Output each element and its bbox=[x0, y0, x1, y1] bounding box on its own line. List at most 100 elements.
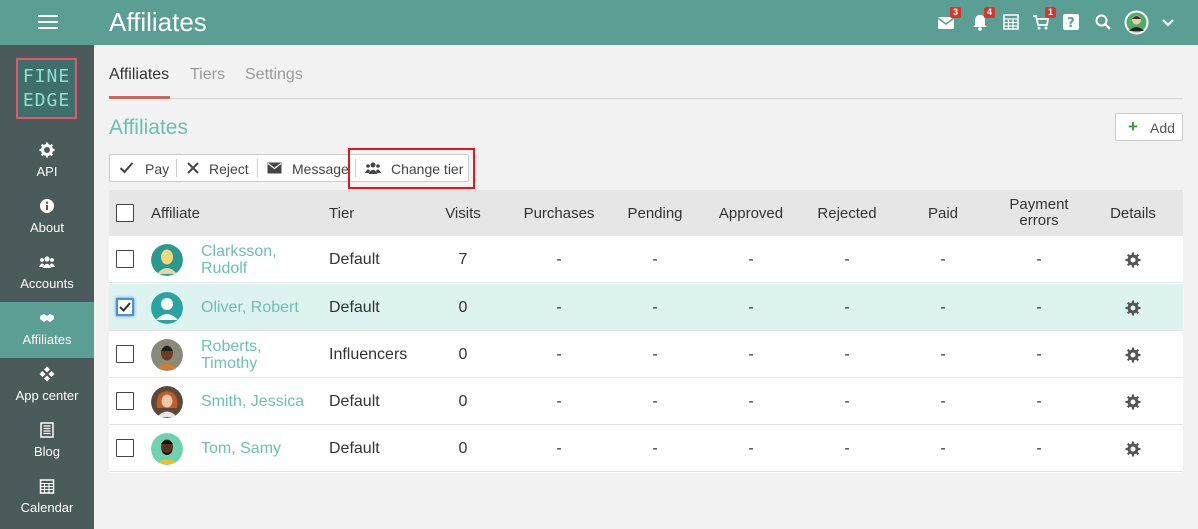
search-icon[interactable] bbox=[1094, 13, 1112, 31]
table-row[interactable]: Tom, Samy Default 0 - - - - - - bbox=[109, 425, 1183, 472]
row-checkbox[interactable] bbox=[116, 298, 134, 316]
tab-settings[interactable]: Settings bbox=[245, 66, 303, 84]
reject-button[interactable]: Reject bbox=[177, 155, 257, 181]
sidebar-item-calendar[interactable]: Calendar bbox=[0, 470, 94, 526]
col-pending[interactable]: Pending bbox=[615, 205, 695, 222]
handshake-icon bbox=[40, 314, 54, 322]
sidebar-item-app-center[interactable]: App center bbox=[0, 358, 94, 414]
logo[interactable]: FINE EDGE bbox=[16, 58, 77, 119]
select-all-checkbox[interactable] bbox=[116, 204, 134, 222]
plus-icon: + bbox=[1128, 117, 1138, 136]
affiliate-name[interactable]: Smith, Jessica bbox=[201, 393, 304, 410]
paid-cell: - bbox=[940, 299, 946, 316]
row-checkbox[interactable] bbox=[116, 250, 134, 268]
mail-icon[interactable]: 3 bbox=[937, 7, 961, 31]
payment-errors-cell: - bbox=[1036, 346, 1042, 363]
check-icon bbox=[119, 162, 134, 174]
avatar bbox=[151, 386, 183, 418]
col-visits[interactable]: Visits bbox=[423, 205, 503, 222]
tier-cell: Default bbox=[329, 393, 380, 410]
payment-errors-cell: - bbox=[1036, 393, 1042, 410]
sidebar-item-accounts[interactable]: Accounts bbox=[0, 246, 94, 302]
sidebar-item-api[interactable]: API bbox=[0, 134, 94, 190]
pending-cell: - bbox=[652, 393, 658, 410]
add-button[interactable]: + Add bbox=[1115, 113, 1183, 141]
tier-cell: Default bbox=[329, 251, 380, 268]
chevron-down-icon[interactable] bbox=[1160, 15, 1176, 29]
calendar-grid-icon[interactable] bbox=[1002, 13, 1020, 31]
help-icon[interactable]: ? bbox=[1062, 13, 1080, 31]
affiliate-name[interactable]: Clarksson, Rudolf bbox=[201, 243, 277, 277]
visits-cell: 0 bbox=[458, 299, 468, 316]
affiliate-name-line1: Smith, Jessica bbox=[201, 393, 305, 410]
gear-icon[interactable] bbox=[1125, 347, 1141, 363]
table-row[interactable]: Roberts, Timothy Influencers 0 - - - - -… bbox=[109, 331, 1183, 378]
blog-icon bbox=[40, 422, 54, 438]
section-title: Affiliates bbox=[109, 116, 188, 139]
tab-affiliates[interactable]: Affiliates bbox=[109, 66, 169, 84]
gear-icon[interactable] bbox=[1125, 300, 1141, 316]
calendar-icon bbox=[39, 479, 55, 494]
users-icon bbox=[39, 256, 55, 268]
affiliate-name-line1: Clarksson, bbox=[201, 243, 277, 260]
affiliate-name-line2: Timothy bbox=[201, 355, 258, 372]
col-paid[interactable]: Paid bbox=[903, 205, 983, 222]
affiliate-name-line1: Tom, Samy bbox=[201, 440, 282, 457]
approved-cell: - bbox=[748, 346, 754, 363]
affiliate-name-line2: Rudolf bbox=[201, 260, 248, 277]
menu-icon[interactable] bbox=[38, 14, 58, 30]
paid-cell: - bbox=[940, 251, 946, 268]
tier-cell: Default bbox=[329, 440, 380, 457]
bell-icon[interactable]: 4 bbox=[971, 7, 995, 31]
affiliate-name[interactable]: Oliver, Robert bbox=[201, 299, 299, 316]
visits-cell: 0 bbox=[458, 346, 468, 363]
close-icon bbox=[187, 162, 199, 174]
rejected-cell: - bbox=[844, 440, 850, 457]
gear-icon[interactable] bbox=[1125, 441, 1141, 457]
affiliate-name[interactable]: Roberts, Timothy bbox=[201, 338, 261, 372]
pay-label: Pay bbox=[145, 161, 170, 177]
table-row[interactable]: Smith, Jessica Default 0 - - - - - - bbox=[109, 378, 1183, 425]
user-avatar[interactable] bbox=[1124, 10, 1149, 35]
sidebar-item-about[interactable]: About bbox=[0, 190, 94, 246]
row-checkbox[interactable] bbox=[116, 392, 134, 410]
add-button-label: Add bbox=[1150, 120, 1175, 136]
affiliate-name[interactable]: Tom, Samy bbox=[201, 440, 281, 457]
table-row[interactable]: Clarksson, Rudolf Default 7 - - - - - - bbox=[109, 236, 1183, 283]
apps-icon bbox=[39, 366, 55, 382]
purchases-cell: - bbox=[556, 440, 562, 457]
cart-icon[interactable]: 1 bbox=[1032, 7, 1056, 31]
cart-badge: 1 bbox=[1045, 7, 1056, 18]
sidebar-item-label: Calendar bbox=[20, 500, 74, 515]
top-bar: Affiliates 3 4 1 ? bbox=[0, 0, 1198, 45]
col-approved[interactable]: Approved bbox=[706, 205, 796, 222]
col-tier[interactable]: Tier bbox=[329, 205, 354, 222]
approved-cell: - bbox=[748, 440, 754, 457]
table-row[interactable]: Oliver, Robert Default 0 - - - - - - bbox=[109, 284, 1183, 331]
paid-cell: - bbox=[940, 346, 946, 363]
pending-cell: - bbox=[652, 440, 658, 457]
col-rejected[interactable]: Rejected bbox=[802, 205, 892, 222]
sidebar-item-label: About bbox=[30, 220, 64, 235]
sidebar-item-blog[interactable]: Blog bbox=[0, 414, 94, 470]
check-icon bbox=[119, 302, 131, 312]
row-checkbox[interactable] bbox=[116, 439, 134, 457]
gear-icon[interactable] bbox=[1125, 252, 1141, 268]
tier-cell: Default bbox=[329, 299, 380, 316]
message-button[interactable]: Message bbox=[258, 155, 355, 181]
pending-cell: - bbox=[652, 251, 658, 268]
payment-errors-cell: - bbox=[1036, 251, 1042, 268]
col-affiliate[interactable]: Affiliate bbox=[151, 205, 200, 222]
col-payment-errors[interactable]: Payment errors bbox=[989, 197, 1089, 229]
sidebar-item-label: App center bbox=[15, 388, 79, 403]
row-checkbox[interactable] bbox=[116, 345, 134, 363]
gear-icon[interactable] bbox=[1125, 394, 1141, 410]
paid-cell: - bbox=[940, 393, 946, 410]
logo-line-2: EDGE bbox=[22, 90, 71, 111]
tab-tiers[interactable]: Tiers bbox=[190, 66, 225, 84]
tab-bar: Affiliates Tiers Settings bbox=[109, 58, 1183, 99]
pay-button[interactable]: Pay bbox=[110, 155, 176, 181]
sidebar-item-affiliates[interactable]: Affiliates bbox=[0, 302, 94, 358]
col-purchases[interactable]: Purchases bbox=[509, 205, 609, 222]
rejected-cell: - bbox=[844, 299, 850, 316]
